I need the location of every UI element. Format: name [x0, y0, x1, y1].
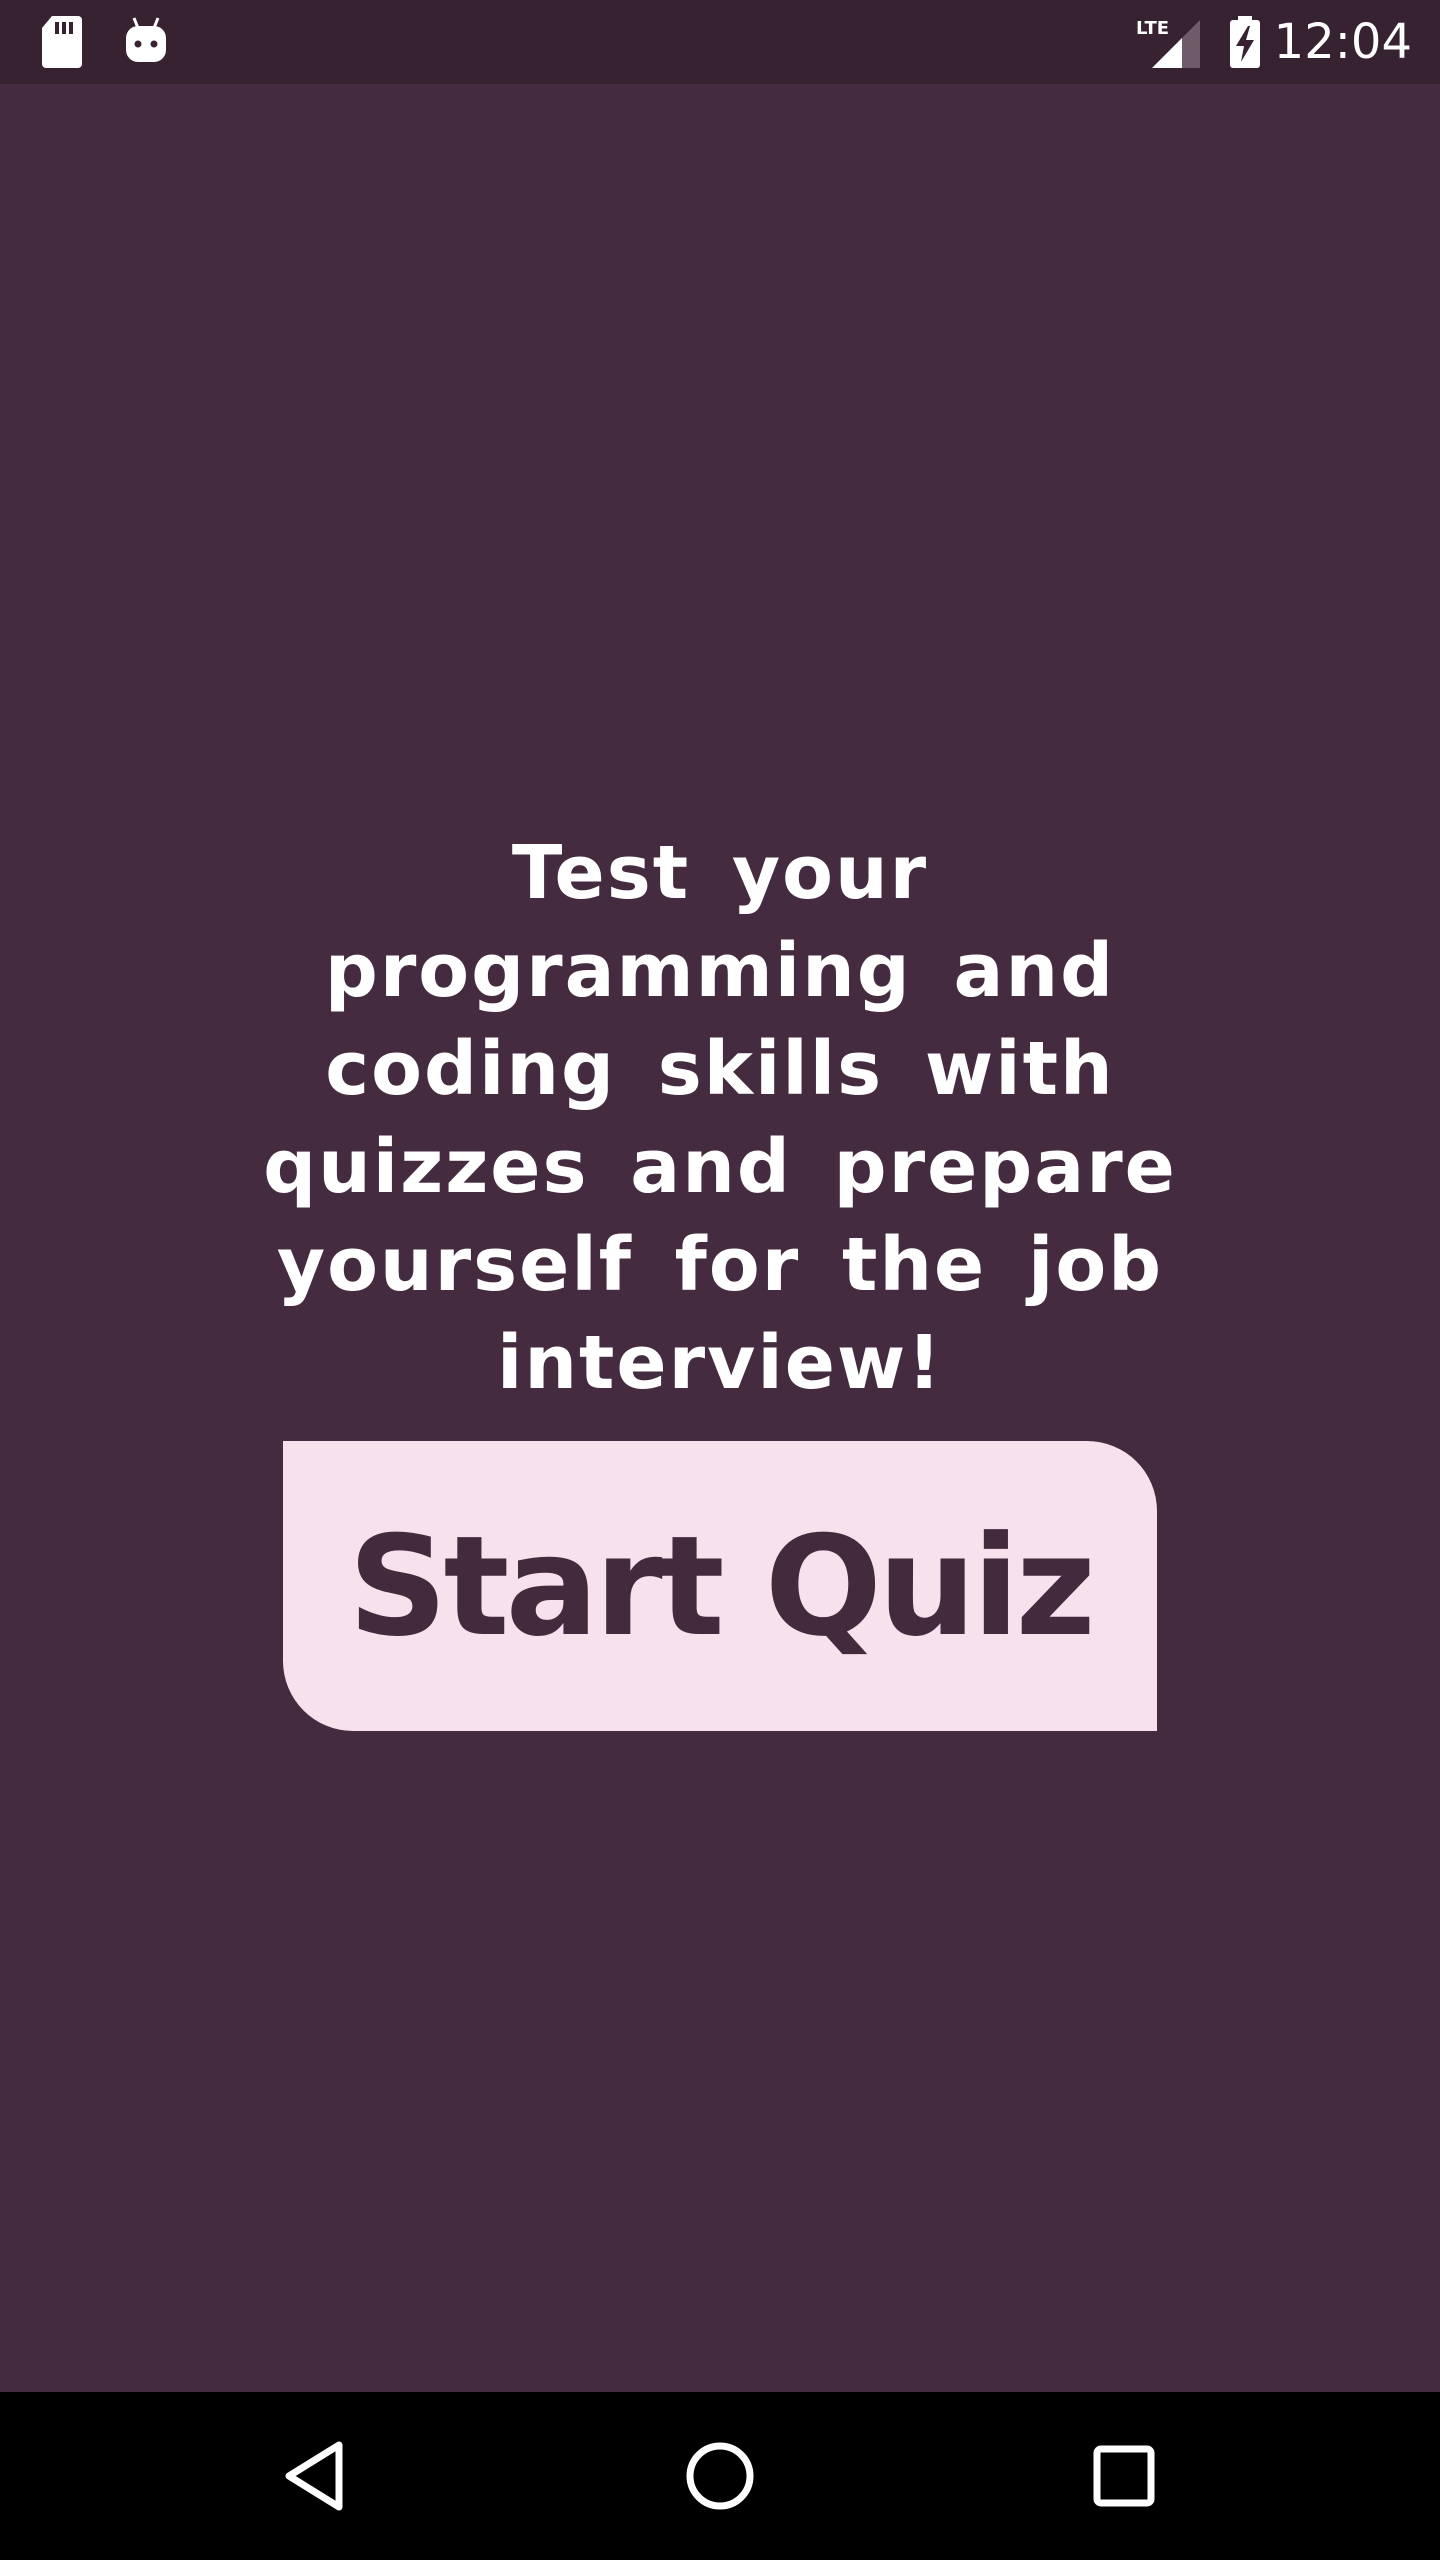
intro-text: Test your programming and coding skills … [263, 830, 1177, 1406]
home-icon [686, 2442, 754, 2510]
main-content: Test your programming and coding skills … [0, 84, 1440, 2392]
battery-charging-icon [1228, 14, 1262, 74]
android-debug-icon [124, 14, 168, 74]
lte-signal-icon: LTE [1134, 14, 1200, 74]
navigation-bar [0, 2392, 1440, 2560]
back-button[interactable] [266, 2426, 366, 2526]
start-quiz-button[interactable]: Start Quiz [283, 1441, 1157, 1731]
sd-card-icon [40, 14, 84, 74]
status-time: 12:04 [1273, 14, 1412, 70]
back-icon [285, 2441, 343, 2511]
recents-button[interactable] [1074, 2426, 1174, 2526]
status-bar: LTE 12:04 [0, 0, 1440, 84]
svg-text:LTE: LTE [1136, 18, 1169, 39]
home-button[interactable] [670, 2426, 770, 2526]
recents-icon [1093, 2445, 1155, 2507]
